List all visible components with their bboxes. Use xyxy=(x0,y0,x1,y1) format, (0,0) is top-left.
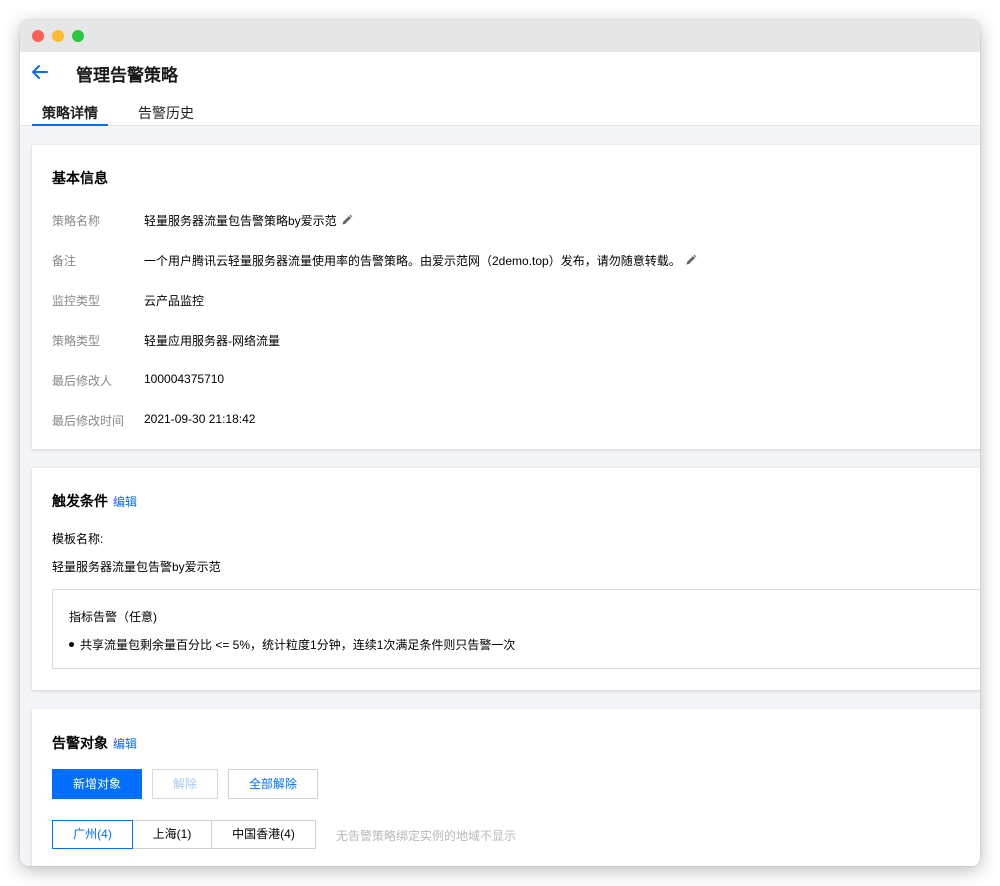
close-window-button[interactable] xyxy=(32,30,44,42)
bullet-icon xyxy=(69,642,74,647)
window-titlebar xyxy=(20,20,980,52)
tab-strategy-details[interactable]: 策略详情 xyxy=(32,103,108,126)
region-tab-hongkong[interactable]: 中国香港(4) xyxy=(211,820,316,849)
remark-label: 备注 xyxy=(52,254,77,268)
alarm-target-card: 告警对象 编辑 新增对象 解除 全部解除 广州(4) 上海(1) 中国香港(4)… xyxy=(32,709,980,866)
trigger-condition-title: 触发条件 xyxy=(52,493,108,509)
monitor-type-label: 监控类型 xyxy=(52,294,101,308)
arrow-left-icon[interactable] xyxy=(30,60,50,82)
template-name-label: 模板名称: xyxy=(52,532,104,546)
maximize-window-button[interactable] xyxy=(72,30,84,42)
trigger-edit-link[interactable]: 编辑 xyxy=(113,493,137,510)
last-modifier-value: 100004375710 xyxy=(144,372,225,386)
remark-value: 一个用户腾讯云轻量服务器流量使用率的告警策略。由爱示范网（2demo.top）发… xyxy=(144,252,697,269)
metric-alarm-title: 指标告警（任意) xyxy=(69,610,157,624)
region-hint-text: 无告警策略绑定实例的地域不显示 xyxy=(336,829,517,843)
trigger-condition-card: 触发条件 编辑 模板名称: 轻量服务器流量包告警by爱示范 指标告警（任意) 共… xyxy=(32,468,980,690)
strategy-type-label: 策略类型 xyxy=(52,334,101,348)
remove-all-button[interactable]: 全部解除 xyxy=(228,769,318,799)
add-object-button[interactable]: 新增对象 xyxy=(52,769,142,799)
monitor-type-value: 云产品监控 xyxy=(144,294,205,308)
target-edit-link[interactable]: 编辑 xyxy=(113,735,137,752)
basic-info-card: 基本信息 策略名称 轻量服务器流量包告警策略by爱示范 备注 一个用户腾讯云轻量… xyxy=(32,145,980,449)
metric-condition-text: 共享流量包剩余量百分比 <= 5%，统计粒度1分钟，连续1次满足条件则只告警一次 xyxy=(80,638,516,652)
region-tab-guangzhou[interactable]: 广州(4) xyxy=(52,820,133,849)
last-modified-time-label: 最后修改时间 xyxy=(52,414,125,428)
browser-window: 管理告警策略 策略详情 告警历史 基本信息 策略名称 轻量服务器流量包告警策略b… xyxy=(20,20,980,866)
page-header: 管理告警策略 策略详情 告警历史 xyxy=(20,52,980,126)
pencil-icon[interactable] xyxy=(341,214,353,226)
alarm-target-title: 告警对象 xyxy=(52,735,108,751)
strategy-type-value: 轻量应用服务器-网络流量 xyxy=(144,334,280,348)
strategy-name-value: 轻量服务器流量包告警策略by爱示范 xyxy=(144,212,353,229)
strategy-name-text: 轻量服务器流量包告警策略by爱示范 xyxy=(144,214,337,228)
page-title: 管理告警策略 xyxy=(76,66,178,85)
pencil-icon[interactable] xyxy=(685,254,697,266)
basic-info-title: 基本信息 xyxy=(52,170,108,186)
metric-alarm-box: 指标告警（任意) 共享流量包剩余量百分比 <= 5%，统计粒度1分钟，连续1次满… xyxy=(52,589,980,669)
tab-alarm-history[interactable]: 告警历史 xyxy=(138,103,194,126)
last-modified-time-value: 2021-09-30 21:18:42 xyxy=(144,412,256,426)
strategy-name-label: 策略名称 xyxy=(52,214,101,228)
remark-text: 一个用户腾讯云轻量服务器流量使用率的告警策略。由爱示范网（2demo.top）发… xyxy=(144,254,681,268)
template-name-value: 轻量服务器流量包告警by爱示范 xyxy=(52,560,221,574)
last-modifier-label: 最后修改人 xyxy=(52,374,113,388)
remove-button[interactable]: 解除 xyxy=(152,769,218,799)
region-tab-shanghai[interactable]: 上海(1) xyxy=(132,820,212,849)
metric-condition-item: 共享流量包剩余量百分比 <= 5%，统计粒度1分钟，连续1次满足条件则只告警一次 xyxy=(69,636,515,653)
minimize-window-button[interactable] xyxy=(52,30,64,42)
